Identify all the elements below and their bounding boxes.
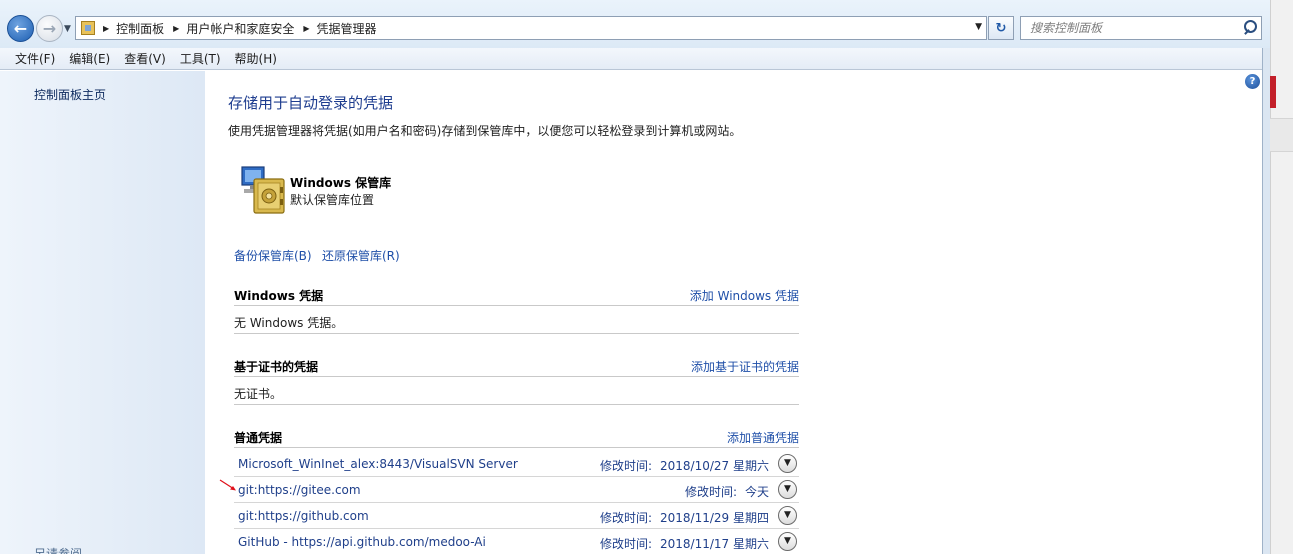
window-frame [1262, 48, 1270, 554]
vault-location: 默认保管库位置 [290, 193, 375, 207]
back-arrow-icon: ← [13, 19, 28, 38]
credential-row[interactable]: Microsoft_WinInet_alex:8443/VisualSVN Se… [234, 451, 799, 477]
menu-view[interactable]: 查看(V) [117, 49, 173, 69]
chevron-right-icon[interactable]: ▶ [303, 24, 309, 33]
vault-name: Windows 保管库 [290, 176, 392, 190]
breadcrumb-control-panel[interactable]: 控制面板 [116, 20, 164, 37]
expand-button[interactable]: ▼ [778, 480, 797, 499]
modified-label: 修改时间: [599, 537, 653, 551]
expand-button[interactable]: ▼ [778, 454, 797, 473]
modified-label: 修改时间: [599, 511, 653, 525]
refresh-button[interactable]: ↻ [988, 16, 1014, 40]
annotation-arrow-icon [219, 479, 236, 491]
forward-arrow-icon: → [42, 19, 57, 38]
credential-row[interactable]: git:https://github.com 修改时间: 2018/11/29 星… [234, 503, 799, 529]
certificate-credentials-header: 基于证书的凭据 添加基于证书的凭据 [234, 353, 799, 377]
credential-name[interactable]: Microsoft_WinInet_alex:8443/VisualSVN Se… [238, 457, 518, 471]
credential-row[interactable]: git:https://gitee.com 修改时间: 今天 ▼ [234, 477, 799, 503]
section-title: 普通凭据 [234, 431, 283, 445]
refresh-icon: ↻ [995, 20, 1007, 36]
empty-message: 无证书。 [234, 387, 283, 401]
main-content: ? 存储用于自动登录的凭据 使用凭据管理器将凭据(如用户名和密码)存储到保管库中… [205, 71, 1262, 554]
backup-vault-link[interactable]: 备份保管库(B) [234, 247, 312, 264]
help-icon[interactable]: ? [1245, 74, 1260, 89]
forward-button[interactable]: → [36, 15, 63, 42]
vault-safe-icon [241, 166, 285, 214]
chevron-down-icon: ▼ [784, 510, 791, 520]
breadcrumb-credential-manager[interactable]: 凭据管理器 [317, 20, 377, 37]
modified-date: 2018/10/27 星期六 [660, 459, 769, 473]
modified-label: 修改时间: [599, 459, 653, 473]
sidebar: 控制面板主页 另请参阅 [0, 71, 205, 554]
chevron-down-icon: ▼ [784, 458, 791, 468]
expand-button[interactable]: ▼ [778, 532, 797, 551]
credential-modified: 修改时间: 今天 [685, 483, 769, 500]
see-also-heading: 另请参阅 [34, 547, 83, 554]
add-generic-credential-link[interactable]: 添加普通凭据 [727, 429, 799, 446]
credential-name[interactable]: GitHub - https://api.github.com/medoo-Ai [238, 535, 486, 549]
certificate-credentials-empty: 无证书。 [234, 378, 799, 405]
menu-help[interactable]: 帮助(H) [228, 49, 284, 69]
modified-date: 2018/11/29 星期四 [660, 511, 769, 525]
search-input[interactable] [1021, 21, 1237, 35]
credential-name[interactable]: git:https://gitee.com [238, 483, 361, 497]
modified-date: 今天 [744, 485, 769, 499]
address-dropdown-icon[interactable]: ▼ [975, 22, 982, 32]
credential-modified: 修改时间: 2018/11/17 星期六 [600, 535, 769, 552]
page-title: 存储用于自动登录的凭据 [228, 94, 394, 112]
modified-label: 修改时间: [684, 485, 737, 499]
chevron-right-icon[interactable]: ▶ [103, 24, 109, 33]
expand-button[interactable]: ▼ [778, 506, 797, 525]
chevron-down-icon: ▼ [784, 536, 791, 546]
credential-modified: 修改时间: 2018/11/29 星期四 [600, 509, 769, 526]
empty-message: 无 Windows 凭据。 [234, 316, 344, 330]
credential-modified: 修改时间: 2018/10/27 星期六 [600, 457, 769, 474]
search-icon[interactable] [1237, 17, 1261, 39]
modified-date: 2018/11/17 星期六 [660, 537, 769, 551]
section-title: Windows 凭据 [234, 289, 324, 303]
generic-credentials-header: 普通凭据 添加普通凭据 [234, 424, 799, 448]
background-window-panel [1270, 118, 1293, 152]
menu-tools[interactable]: 工具(T) [173, 49, 228, 69]
control-panel-home-link[interactable]: 控制面板主页 [34, 86, 106, 103]
credential-name[interactable]: git:https://github.com [238, 509, 369, 523]
add-certificate-credential-link[interactable]: 添加基于证书的凭据 [691, 358, 799, 375]
background-window-accent [1270, 76, 1276, 108]
add-windows-credential-link[interactable]: 添加 Windows 凭据 [690, 287, 799, 304]
menu-bar: 文件(F) 编辑(E) 查看(V) 工具(T) 帮助(H) [0, 48, 1262, 70]
control-panel-icon [81, 21, 95, 35]
windows-credentials-header: Windows 凭据 添加 Windows 凭据 [234, 282, 799, 306]
breadcrumb-user-accounts[interactable]: 用户帐户和家庭安全 [186, 20, 294, 37]
address-toolbar: ← → ▼ ▶ 控制面板 ▶ 用户帐户和家庭安全 ▶ 凭据管理器 ▼ ↻ [0, 0, 1270, 48]
windows-credentials-empty: 无 Windows 凭据。 [234, 307, 799, 334]
page-description: 使用凭据管理器将凭据(如用户名和密码)存储到保管库中，以便您可以轻松登录到计算机… [228, 124, 742, 138]
restore-vault-link[interactable]: 还原保管库(R) [322, 247, 400, 264]
history-dropdown-icon[interactable]: ▼ [64, 24, 71, 34]
menu-file[interactable]: 文件(F) [8, 49, 62, 69]
back-button[interactable]: ← [7, 15, 34, 42]
search-box[interactable] [1020, 16, 1262, 40]
section-title: 基于证书的凭据 [234, 360, 319, 374]
chevron-down-icon: ▼ [784, 484, 791, 494]
chevron-right-icon[interactable]: ▶ [173, 24, 179, 33]
address-bar[interactable]: ▶ 控制面板 ▶ 用户帐户和家庭安全 ▶ 凭据管理器 ▼ [75, 16, 987, 40]
menu-edit[interactable]: 编辑(E) [62, 49, 117, 69]
credential-row[interactable]: GitHub - https://api.github.com/medoo-Ai… [234, 529, 799, 554]
